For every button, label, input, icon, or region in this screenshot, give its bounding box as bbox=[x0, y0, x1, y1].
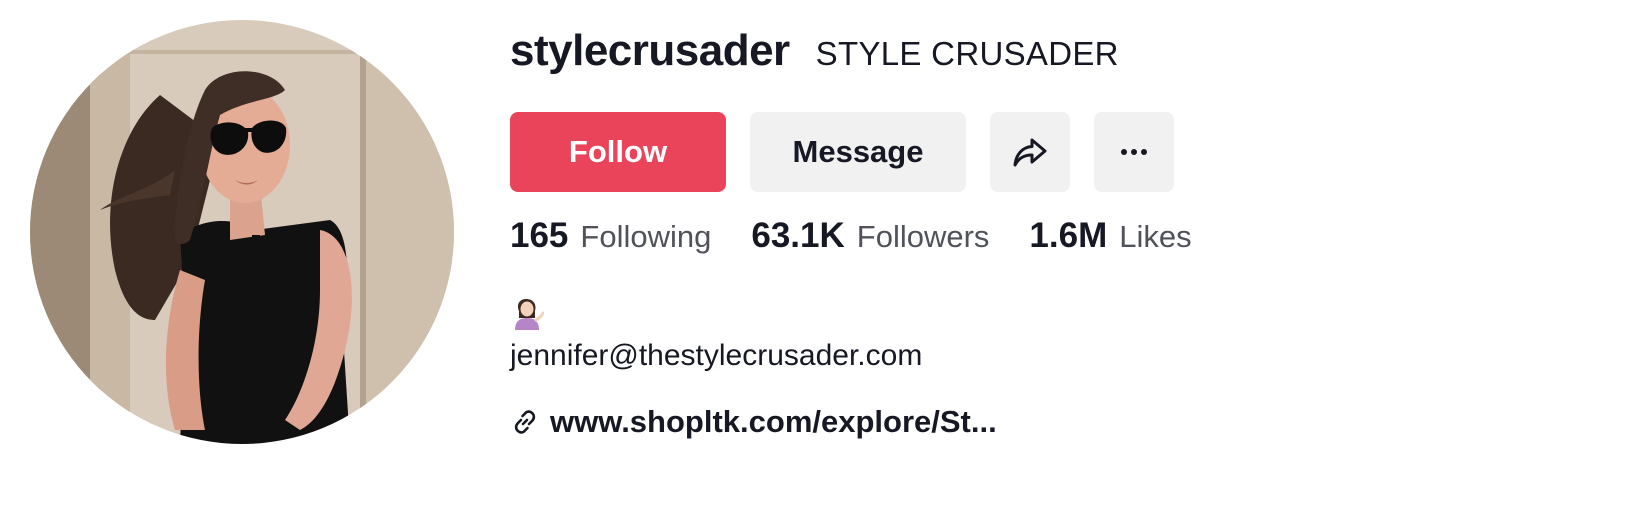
nickname: STYLE CRUSADER bbox=[815, 35, 1119, 72]
following-count: 165 bbox=[510, 216, 569, 255]
avatar[interactable] bbox=[30, 20, 454, 444]
more-icon bbox=[1121, 149, 1147, 155]
likes-count: 1.6M bbox=[1029, 216, 1108, 255]
username: stylecrusader bbox=[510, 26, 790, 75]
bio: jennifer@thestylecrusader.com bbox=[510, 296, 1610, 376]
stat-following[interactable]: 165 Following bbox=[510, 216, 711, 256]
message-button[interactable]: Message bbox=[750, 112, 966, 192]
more-button[interactable] bbox=[1094, 112, 1174, 192]
title-row: stylecrusader STYLE CRUSADER bbox=[510, 26, 1610, 90]
stat-likes: 1.6M Likes bbox=[1029, 216, 1191, 256]
profile-info: stylecrusader STYLE CRUSADER Follow Mess… bbox=[510, 26, 1610, 442]
person-tipping-hand-emoji bbox=[515, 299, 544, 330]
follow-button[interactable]: Follow bbox=[510, 112, 726, 192]
share-icon bbox=[1013, 138, 1047, 167]
action-buttons: Follow Message bbox=[510, 112, 1610, 192]
avatar-image bbox=[30, 20, 454, 444]
bio-email: jennifer@thestylecrusader.com bbox=[510, 339, 923, 372]
followers-count: 63.1K bbox=[751, 216, 845, 255]
link-icon bbox=[514, 410, 536, 434]
followers-label: Followers bbox=[856, 219, 990, 254]
stat-followers[interactable]: 63.1K Followers bbox=[751, 216, 989, 256]
link-text[interactable]: www.shopltk.com/explore/St... bbox=[550, 404, 997, 440]
share-button[interactable] bbox=[990, 112, 1070, 192]
following-label: Following bbox=[580, 219, 712, 254]
stats-row: 165 Following 63.1K Followers 1.6M Likes bbox=[510, 216, 1610, 270]
profile-link[interactable]: www.shopltk.com/explore/St... bbox=[510, 402, 1610, 442]
likes-label: Likes bbox=[1119, 219, 1192, 254]
